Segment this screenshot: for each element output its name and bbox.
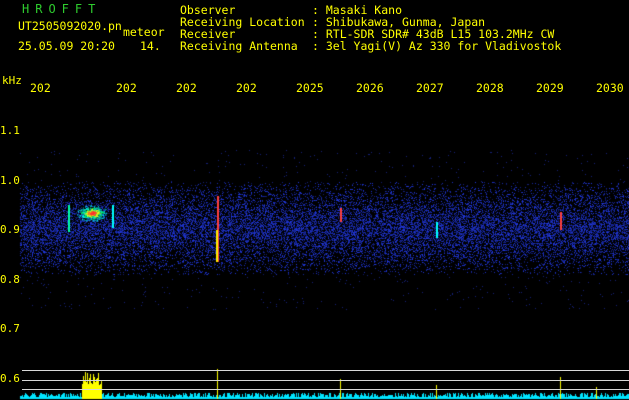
time-label: 2025 bbox=[296, 81, 324, 95]
file-suffix: meteor bbox=[123, 25, 165, 39]
time-label: 2027 bbox=[416, 81, 444, 95]
file-name: UT2505092020.pn bbox=[18, 19, 122, 33]
time-label: 2029 bbox=[536, 81, 564, 95]
time-label: 202 bbox=[116, 81, 137, 95]
antenna-value: : 3el Yagi(V) Az 330 for Vladivostok bbox=[312, 39, 562, 53]
trace-gridline bbox=[22, 380, 629, 381]
waterfall-spectrogram bbox=[0, 0, 629, 400]
freq-label: 0.8 bbox=[0, 273, 20, 286]
time-label: 2026 bbox=[356, 81, 384, 95]
app-title: HROFFT bbox=[22, 2, 102, 16]
antenna-label: Receiving Antenna bbox=[180, 39, 298, 53]
time-label: 202 bbox=[236, 81, 257, 95]
time-label: 2028 bbox=[476, 81, 504, 95]
trace-gridline bbox=[22, 389, 629, 390]
freq-label: 1.1 bbox=[0, 124, 20, 137]
frequency-unit-label: kHz bbox=[2, 74, 22, 87]
freq-label: 0.6 bbox=[0, 372, 20, 385]
freq-label: 0.9 bbox=[0, 223, 20, 236]
freq-label: 0.7 bbox=[0, 322, 20, 335]
time-label: 202 bbox=[176, 81, 197, 95]
trace-gridline bbox=[22, 370, 629, 371]
frame-number: 14. bbox=[140, 39, 161, 53]
time-label: 2030 bbox=[596, 81, 624, 95]
freq-label: 1.0 bbox=[0, 174, 20, 187]
date-time: 25.05.09 20:20 bbox=[18, 39, 115, 53]
time-label: 202 bbox=[30, 81, 51, 95]
